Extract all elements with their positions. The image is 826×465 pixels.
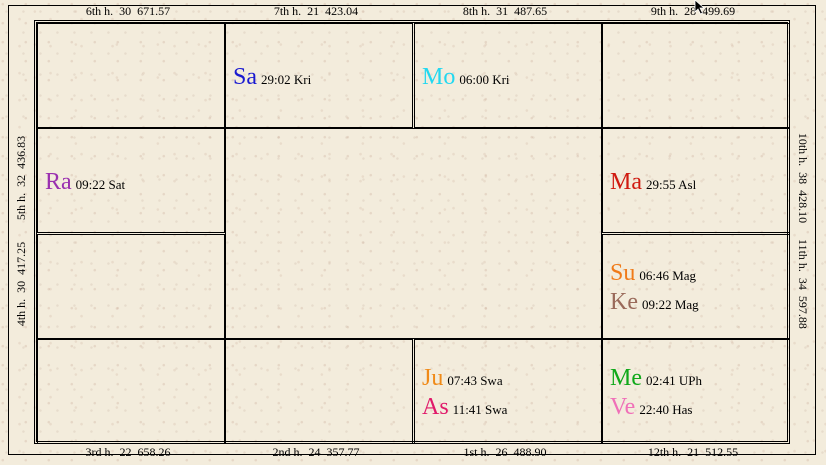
planet-info-rahu: 09:22 Sat	[75, 177, 126, 192]
planet-info-moon: 06:00 Kri	[459, 72, 510, 87]
planet-info-sun: 06:46 Mag	[639, 268, 697, 283]
planet-abbr-mars: Ma	[610, 169, 642, 195]
cell-house-1: Ju 07:43 Swa As 11:41 Swa	[414, 339, 602, 444]
planet-abbr-moon: Mo	[422, 64, 456, 90]
house-label-8: 8th h. 31 487.65	[462, 4, 548, 18]
house-label-1: 1st h. 26 488.90	[463, 445, 547, 459]
chart-grid: Sa 29:02 Kri Mo 06:00 Kri Ra 09:22 Sat Ma 29…	[34, 20, 790, 444]
planet-abbr-ascendant: As	[422, 394, 449, 420]
cell-house-8: Mo 06:00 Kri	[414, 23, 602, 128]
planet-ketu: Ke 09:22 Mag	[610, 289, 699, 318]
house-label-5: 5th h. 32 436.83	[14, 135, 28, 221]
planet-sun: Su 06:46 Mag	[610, 260, 696, 289]
planet-abbr-saturn: Sa	[233, 64, 257, 90]
cell-house-7: Sa 29:02 Kri	[225, 23, 413, 128]
mouse-pointer-icon	[694, 0, 706, 15]
planet-rahu: Ra 09:22 Sat	[45, 169, 125, 198]
planet-venus: Ve 22:40 Has	[610, 394, 692, 423]
planet-mercury: Me 02:41 UPh	[610, 365, 702, 394]
cell-house-2	[225, 339, 413, 444]
cell-house-6	[37, 23, 225, 128]
planet-info-jupiter: 07:43 Swa	[447, 373, 503, 388]
house-label-10: 10th h. 38 428.10	[796, 132, 810, 224]
planet-saturn: Sa 29:02 Kri	[233, 64, 311, 93]
cell-house-10: Ma 29:55 Asl	[602, 128, 790, 233]
house-label-6: 6th h. 30 671.57	[85, 4, 171, 18]
planet-abbr-mercury: Me	[610, 365, 642, 391]
planet-info-ascendant: 11:41 Swa	[452, 402, 508, 417]
planet-mars: Ma 29:55 Asl	[610, 169, 696, 198]
house-label-9: 9th h. 28 499.69	[650, 4, 736, 18]
cell-house-3	[37, 339, 225, 444]
house-label-4: 4th h. 30 417.25	[14, 241, 28, 327]
house-label-7: 7th h. 21 423.04	[273, 4, 359, 18]
planet-abbr-venus: Ve	[610, 394, 636, 420]
house-label-3: 3rd h. 22 658.26	[85, 445, 171, 459]
planet-moon: Mo 06:00 Kri	[422, 64, 510, 93]
house-label-11: 11th h. 34 597.88	[796, 239, 810, 329]
cell-house-11: Su 06:46 Mag Ke 09:22 Mag	[602, 234, 790, 339]
house-label-12: 12th h. 21 512.55	[647, 445, 739, 459]
planet-info-mercury: 02:41 UPh	[646, 373, 702, 388]
cell-house-12: Me 02:41 UPh Ve 22:40 Has	[602, 339, 790, 444]
planet-info-mars: 29:55 Asl	[646, 177, 697, 192]
planet-jupiter: Ju 07:43 Swa	[422, 365, 503, 394]
planet-info-saturn: 29:02 Kri	[261, 72, 312, 87]
planet-info-venus: 22:40 Has	[639, 402, 693, 417]
planet-ascendant: As 11:41 Swa	[422, 394, 507, 423]
chart-center	[225, 128, 602, 339]
planet-abbr-ketu: Ke	[610, 289, 638, 315]
planet-abbr-sun: Su	[610, 260, 636, 286]
cell-house-9	[602, 23, 790, 128]
planet-info-ketu: 09:22 Mag	[641, 297, 699, 312]
planet-abbr-rahu: Ra	[45, 169, 72, 195]
planet-abbr-jupiter: Ju	[422, 365, 444, 391]
cell-house-5: Ra 09:22 Sat	[37, 128, 225, 233]
house-label-2: 2nd h. 24 357.77	[272, 445, 360, 459]
cell-house-4	[37, 234, 225, 339]
